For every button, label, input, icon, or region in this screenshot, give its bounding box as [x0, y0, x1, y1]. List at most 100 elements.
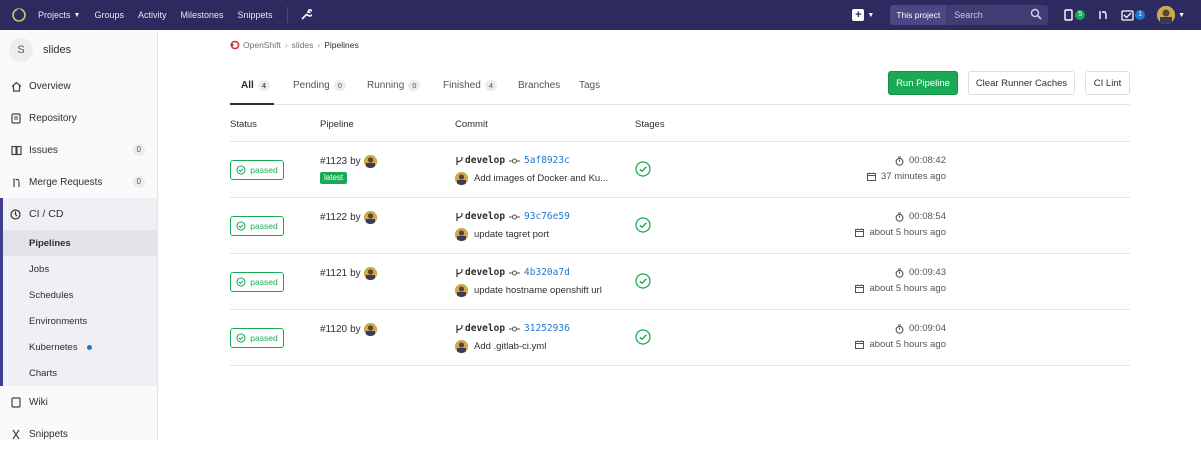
avatar[interactable]	[363, 267, 377, 280]
avatar[interactable]	[455, 340, 468, 353]
breadcrumb-group[interactable]: OpenShift	[243, 40, 281, 50]
finished-ago-value: about 5 hours ago	[869, 339, 946, 350]
check-circle-icon	[236, 221, 246, 231]
header-commit: Commit	[455, 119, 488, 130]
nav-projects[interactable]: Projects ▼	[38, 10, 80, 20]
merge-requests-nav[interactable]	[1097, 9, 1109, 21]
nav-milestones[interactable]: Milestones	[180, 10, 223, 20]
avatar[interactable]	[363, 323, 377, 336]
chevron-right-icon: ›	[284, 40, 288, 50]
commit-sha[interactable]: 4b320a7d	[524, 267, 570, 278]
nav-groups[interactable]: Groups	[94, 10, 124, 20]
timer-icon	[895, 323, 904, 334]
tab-running[interactable]: Running 0	[367, 80, 421, 91]
sidebar-item-overview[interactable]: Overview	[0, 70, 157, 102]
project-name: slides	[43, 44, 72, 56]
sidebar-item-merge-requests[interactable]: Merge Requests 0	[0, 166, 157, 198]
branch-name[interactable]: develop	[465, 211, 505, 222]
avatar[interactable]	[363, 211, 377, 224]
pipeline-link[interactable]: #1123	[320, 156, 347, 167]
commit-message[interactable]: Add images of Docker and Ku...	[474, 173, 608, 184]
sidebar-item-jobs[interactable]: Jobs	[3, 256, 157, 282]
breadcrumb-project[interactable]: slides	[292, 40, 314, 50]
status-badge[interactable]: passed	[230, 216, 284, 236]
sidebar-item-issues[interactable]: Issues 0	[0, 134, 157, 166]
commit-icon	[509, 157, 521, 164]
commit-message[interactable]: Add .gitlab-ci.yml	[474, 341, 546, 352]
commit-ref: develop 93c76e59	[455, 211, 570, 222]
sidebar-item-label: Snippets	[29, 428, 68, 440]
sidebar-item-label: Kubernetes	[29, 341, 78, 353]
stage-passed-icon[interactable]	[635, 273, 651, 289]
sidebar-item-charts[interactable]: Charts	[3, 360, 157, 386]
tab-tags[interactable]: Tags	[579, 80, 600, 91]
status-badge[interactable]: passed	[230, 328, 284, 348]
avatar[interactable]	[455, 228, 468, 241]
breadcrumb-current[interactable]: Pipelines	[324, 40, 359, 50]
timer-icon	[895, 211, 904, 222]
duration-value: 00:08:54	[909, 211, 946, 222]
commit-sha[interactable]: 93c76e59	[524, 211, 570, 222]
sidebar-item-label: Overview	[29, 80, 71, 92]
status-label: passed	[250, 277, 278, 287]
tab-branches[interactable]: Branches	[518, 80, 560, 91]
sidebar-item-kubernetes[interactable]: Kubernetes	[3, 334, 157, 360]
sidebar-item-pipelines[interactable]: Pipelines	[3, 230, 157, 256]
status-badge[interactable]: passed	[230, 272, 284, 292]
check-circle-icon	[236, 333, 246, 343]
sidebar-item-repository[interactable]: Repository	[0, 102, 157, 134]
branch-name[interactable]: develop	[465, 155, 505, 166]
tab-all[interactable]: All 4	[241, 80, 270, 91]
admin-wrench-icon[interactable]	[300, 8, 314, 23]
commit-title: update hostname openshift url	[455, 284, 602, 297]
ci-lint-button[interactable]: CI Lint	[1085, 71, 1130, 95]
pipeline-link[interactable]: #1122	[320, 212, 347, 223]
sidebar-item-cicd[interactable]: CI / CD	[3, 198, 157, 230]
sidebar-item-schedules[interactable]: Schedules	[3, 282, 157, 308]
branch-name[interactable]: develop	[465, 323, 505, 334]
stage-passed-icon[interactable]	[635, 217, 651, 233]
todo-icon	[1121, 9, 1134, 21]
nav-activity[interactable]: Activity	[138, 10, 167, 20]
tab-pending[interactable]: Pending 0	[293, 80, 346, 91]
status-badge[interactable]: passed	[230, 160, 284, 180]
tab-count: 4	[484, 80, 497, 91]
sidebar-item-environments[interactable]: Environments	[3, 308, 157, 334]
stage-passed-icon[interactable]	[635, 161, 651, 177]
book-icon	[10, 112, 22, 124]
avatar[interactable]	[363, 155, 377, 168]
calendar-icon	[855, 340, 865, 349]
pipeline-link[interactable]: #1120	[320, 324, 347, 335]
commit-sha[interactable]: 31252936	[524, 323, 570, 334]
avatar[interactable]	[455, 172, 468, 185]
commit-message[interactable]: update hostname openshift url	[474, 285, 602, 296]
header-status: Status	[230, 119, 257, 130]
stage-passed-icon[interactable]	[635, 329, 651, 345]
pipeline-link[interactable]: #1121	[320, 268, 347, 279]
commit-icon	[509, 269, 521, 276]
pipeline-by-label: by	[350, 212, 361, 223]
tab-label: Finished	[443, 80, 481, 91]
todos-nav[interactable]: 1	[1121, 9, 1146, 21]
run-pipeline-button[interactable]: Run Pipeline	[888, 71, 958, 95]
clear-runner-caches-button[interactable]: Clear Runner Caches	[968, 71, 1075, 95]
project-header[interactable]: S slides	[0, 30, 157, 70]
commit-message[interactable]: update tagret port	[474, 229, 549, 240]
tab-finished[interactable]: Finished 4	[443, 80, 497, 91]
commit-sha[interactable]: 5af8923c	[524, 155, 570, 166]
branch-icon	[456, 212, 463, 221]
gitlab-logo-icon[interactable]	[0, 0, 38, 30]
issues-nav[interactable]: 5	[1064, 9, 1086, 21]
branch-name[interactable]: develop	[465, 267, 505, 278]
new-dropdown[interactable]: + ▼	[852, 9, 874, 21]
sidebar-item-snippets[interactable]: Snippets	[0, 418, 157, 450]
pipeline-id: #1120 by	[320, 323, 377, 336]
search-input[interactable]: Search	[946, 5, 1049, 25]
avatar[interactable]	[455, 284, 468, 297]
pipeline-duration: 00:08:42	[895, 155, 946, 166]
issues-icon	[10, 145, 22, 156]
user-menu[interactable]: ▼	[1157, 6, 1185, 24]
sidebar-item-wiki[interactable]: Wiki	[0, 386, 157, 418]
search-scope[interactable]: This project	[890, 5, 947, 25]
nav-snippets[interactable]: Snippets	[238, 10, 273, 20]
